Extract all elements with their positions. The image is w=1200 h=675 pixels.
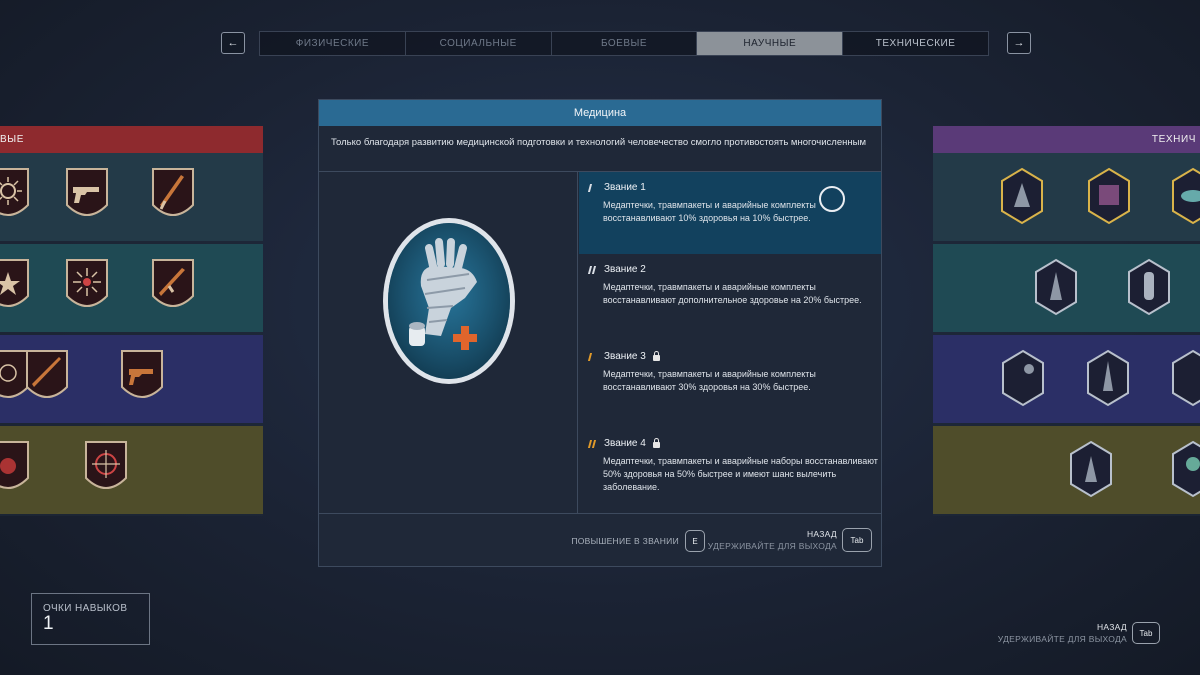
back-hint: УДЕРЖИВАЙТЕ ДЛЯ ВЫХОДА	[707, 541, 837, 551]
rank-1[interactable]: Звание 1 Медаптечки, травмпакеты и авари…	[579, 172, 881, 254]
sun-skill-icon[interactable]	[0, 167, 30, 225]
sniper-skill-icon[interactable]	[25, 349, 69, 407]
pistol-skill-icon[interactable]	[65, 167, 109, 225]
tech-panel-header: ТЕХНИЧ	[933, 126, 1200, 153]
tab-physical[interactable]: ФИЗИЧЕСКИЕ	[260, 32, 406, 55]
skill-description: Только благодаря развитию медицинской по…	[319, 126, 881, 172]
skill-tier-2	[0, 244, 263, 332]
rank-4[interactable]: Звание 4 Медаптечки, травмпакеты и авари…	[579, 428, 881, 514]
back-label: НАЗАД	[1096, 622, 1127, 632]
skill-points-box: ОЧКИ НАВЫКОВ 1	[31, 593, 150, 645]
rank-description: Медаптечки, травмпакеты и аварийные набо…	[603, 456, 878, 492]
dialog-back-button[interactable]: НАЗАД УДЕРЖИВАЙТЕ ДЛЯ ВЫХОДА Tab	[708, 528, 872, 552]
rank-list: Звание 1 Медаптечки, травмпакеты и авари…	[579, 172, 881, 514]
skill-badge-area	[319, 172, 578, 514]
lock-icon	[652, 350, 660, 361]
dialog-footer: ПОВЫШЕНИЕ В ЗВАНИИ E НАЗАД УДЕРЖИВАЙТЕ Д…	[319, 513, 881, 566]
combat-skill-panel: ВЫЕ	[0, 126, 263, 516]
rank-title: Звание 4	[604, 438, 646, 449]
skill-tier-3	[0, 335, 263, 423]
burst-skill-icon[interactable]	[65, 258, 109, 316]
rank-description: Медаптечки, травмпакеты и аварийные комп…	[603, 282, 862, 305]
back-hint: УДЕРЖИВАЙТЕ ДЛЯ ВЫХОДА	[997, 634, 1127, 644]
rank-title: Звание 3	[604, 351, 646, 362]
bandaged-hand-icon	[383, 218, 515, 384]
cursor-ring-icon	[819, 186, 845, 212]
star-skill-icon[interactable]	[0, 258, 30, 316]
combat-panel-header: ВЫЕ	[0, 126, 263, 153]
rank-2[interactable]: Звание 2 Медаптечки, травмпакеты и авари…	[579, 254, 881, 341]
rank-pip-icon	[587, 265, 599, 274]
skill-tier-1	[0, 153, 263, 241]
promote-label: ПОВЫШЕНИЕ В ЗВАНИИ	[571, 536, 679, 546]
arrow-right-icon: →	[1013, 37, 1025, 49]
skill-detail-dialog: Медицина Только благодаря развитию медиц…	[318, 99, 882, 567]
grenade-skill-icon[interactable]	[0, 440, 30, 498]
tech-tier-1	[933, 153, 1200, 241]
shotgun-skill-icon[interactable]	[151, 167, 195, 225]
tech-tier-4	[933, 426, 1200, 514]
starship-skill-icon[interactable]	[1086, 349, 1130, 407]
tab-tech[interactable]: ТЕХНИЧЕСКИЕ	[843, 32, 988, 55]
skill-body: Звание 1 Медаптечки, травмпакеты и авари…	[319, 172, 881, 514]
tab-social[interactable]: СОЦИАЛЬНЫЕ	[406, 32, 552, 55]
e-key-icon: E	[685, 530, 705, 552]
robotics-skill-icon[interactable]	[1127, 258, 1171, 316]
tech-tier-3	[933, 335, 1200, 423]
payloads-skill-icon[interactable]	[1087, 167, 1131, 225]
skill-tier-4	[0, 426, 263, 514]
planet-skill-icon[interactable]	[1001, 349, 1045, 407]
screen-back-button[interactable]: НАЗАД УДЕРЖИВАЙТЕ ДЛЯ ВЫХОДА Tab	[998, 621, 1160, 645]
rank-pip-icon	[587, 352, 599, 361]
promote-rank-button[interactable]: ПОВЫШЕНИЕ В ЗВАНИИ E	[571, 530, 705, 552]
tab-science[interactable]: НАУЧНЫЕ	[697, 32, 844, 55]
rank-3[interactable]: Звание 3 Медаптечки, травмпакеты и авари…	[579, 341, 881, 428]
rank-pip-icon	[587, 183, 599, 192]
lock-icon	[652, 437, 660, 448]
rank-description: Медаптечки, травмпакеты и аварийные комп…	[603, 369, 816, 392]
targeting-skill-icon[interactable]	[1171, 167, 1200, 225]
skill-points-value: 1	[43, 613, 54, 634]
rank-title: Звание 1	[604, 182, 646, 193]
astronaut-skill-icon[interactable]	[1171, 440, 1200, 498]
prev-category-button[interactable]: ←	[221, 32, 245, 54]
arrow-left-icon: ←	[227, 37, 239, 49]
revolver-skill-icon[interactable]	[120, 349, 164, 407]
category-tabs: ФИЗИЧЕСКИЕ СОЦИАЛЬНЫЕ БОЕВЫЕ НАУЧНЫЕ ТЕХ…	[259, 31, 989, 56]
rank-title: Звание 2	[604, 264, 646, 275]
next-category-button[interactable]: →	[1007, 32, 1031, 54]
ship-design-skill-icon[interactable]	[1000, 167, 1044, 225]
crosshair-skill-icon[interactable]	[84, 440, 128, 498]
tab-key-icon: Tab	[1132, 622, 1160, 644]
tab-combat[interactable]: БОЕВЫЕ	[552, 32, 698, 55]
tab-key-icon: Tab	[842, 528, 872, 552]
tech-skill-panel: ТЕХНИЧ	[933, 126, 1200, 516]
rank-pip-icon	[587, 439, 599, 448]
fleet-skill-icon[interactable]	[1069, 440, 1113, 498]
back-label: НАЗАД	[806, 529, 837, 539]
arm-skill-icon[interactable]	[1171, 349, 1200, 407]
skill-title: Медицина	[319, 100, 881, 126]
shield-systems-skill-icon[interactable]	[1034, 258, 1078, 316]
rifle-skill-icon[interactable]	[151, 258, 195, 316]
skill-points-label: ОЧКИ НАВЫКОВ	[43, 603, 128, 614]
tech-tier-2	[933, 244, 1200, 332]
